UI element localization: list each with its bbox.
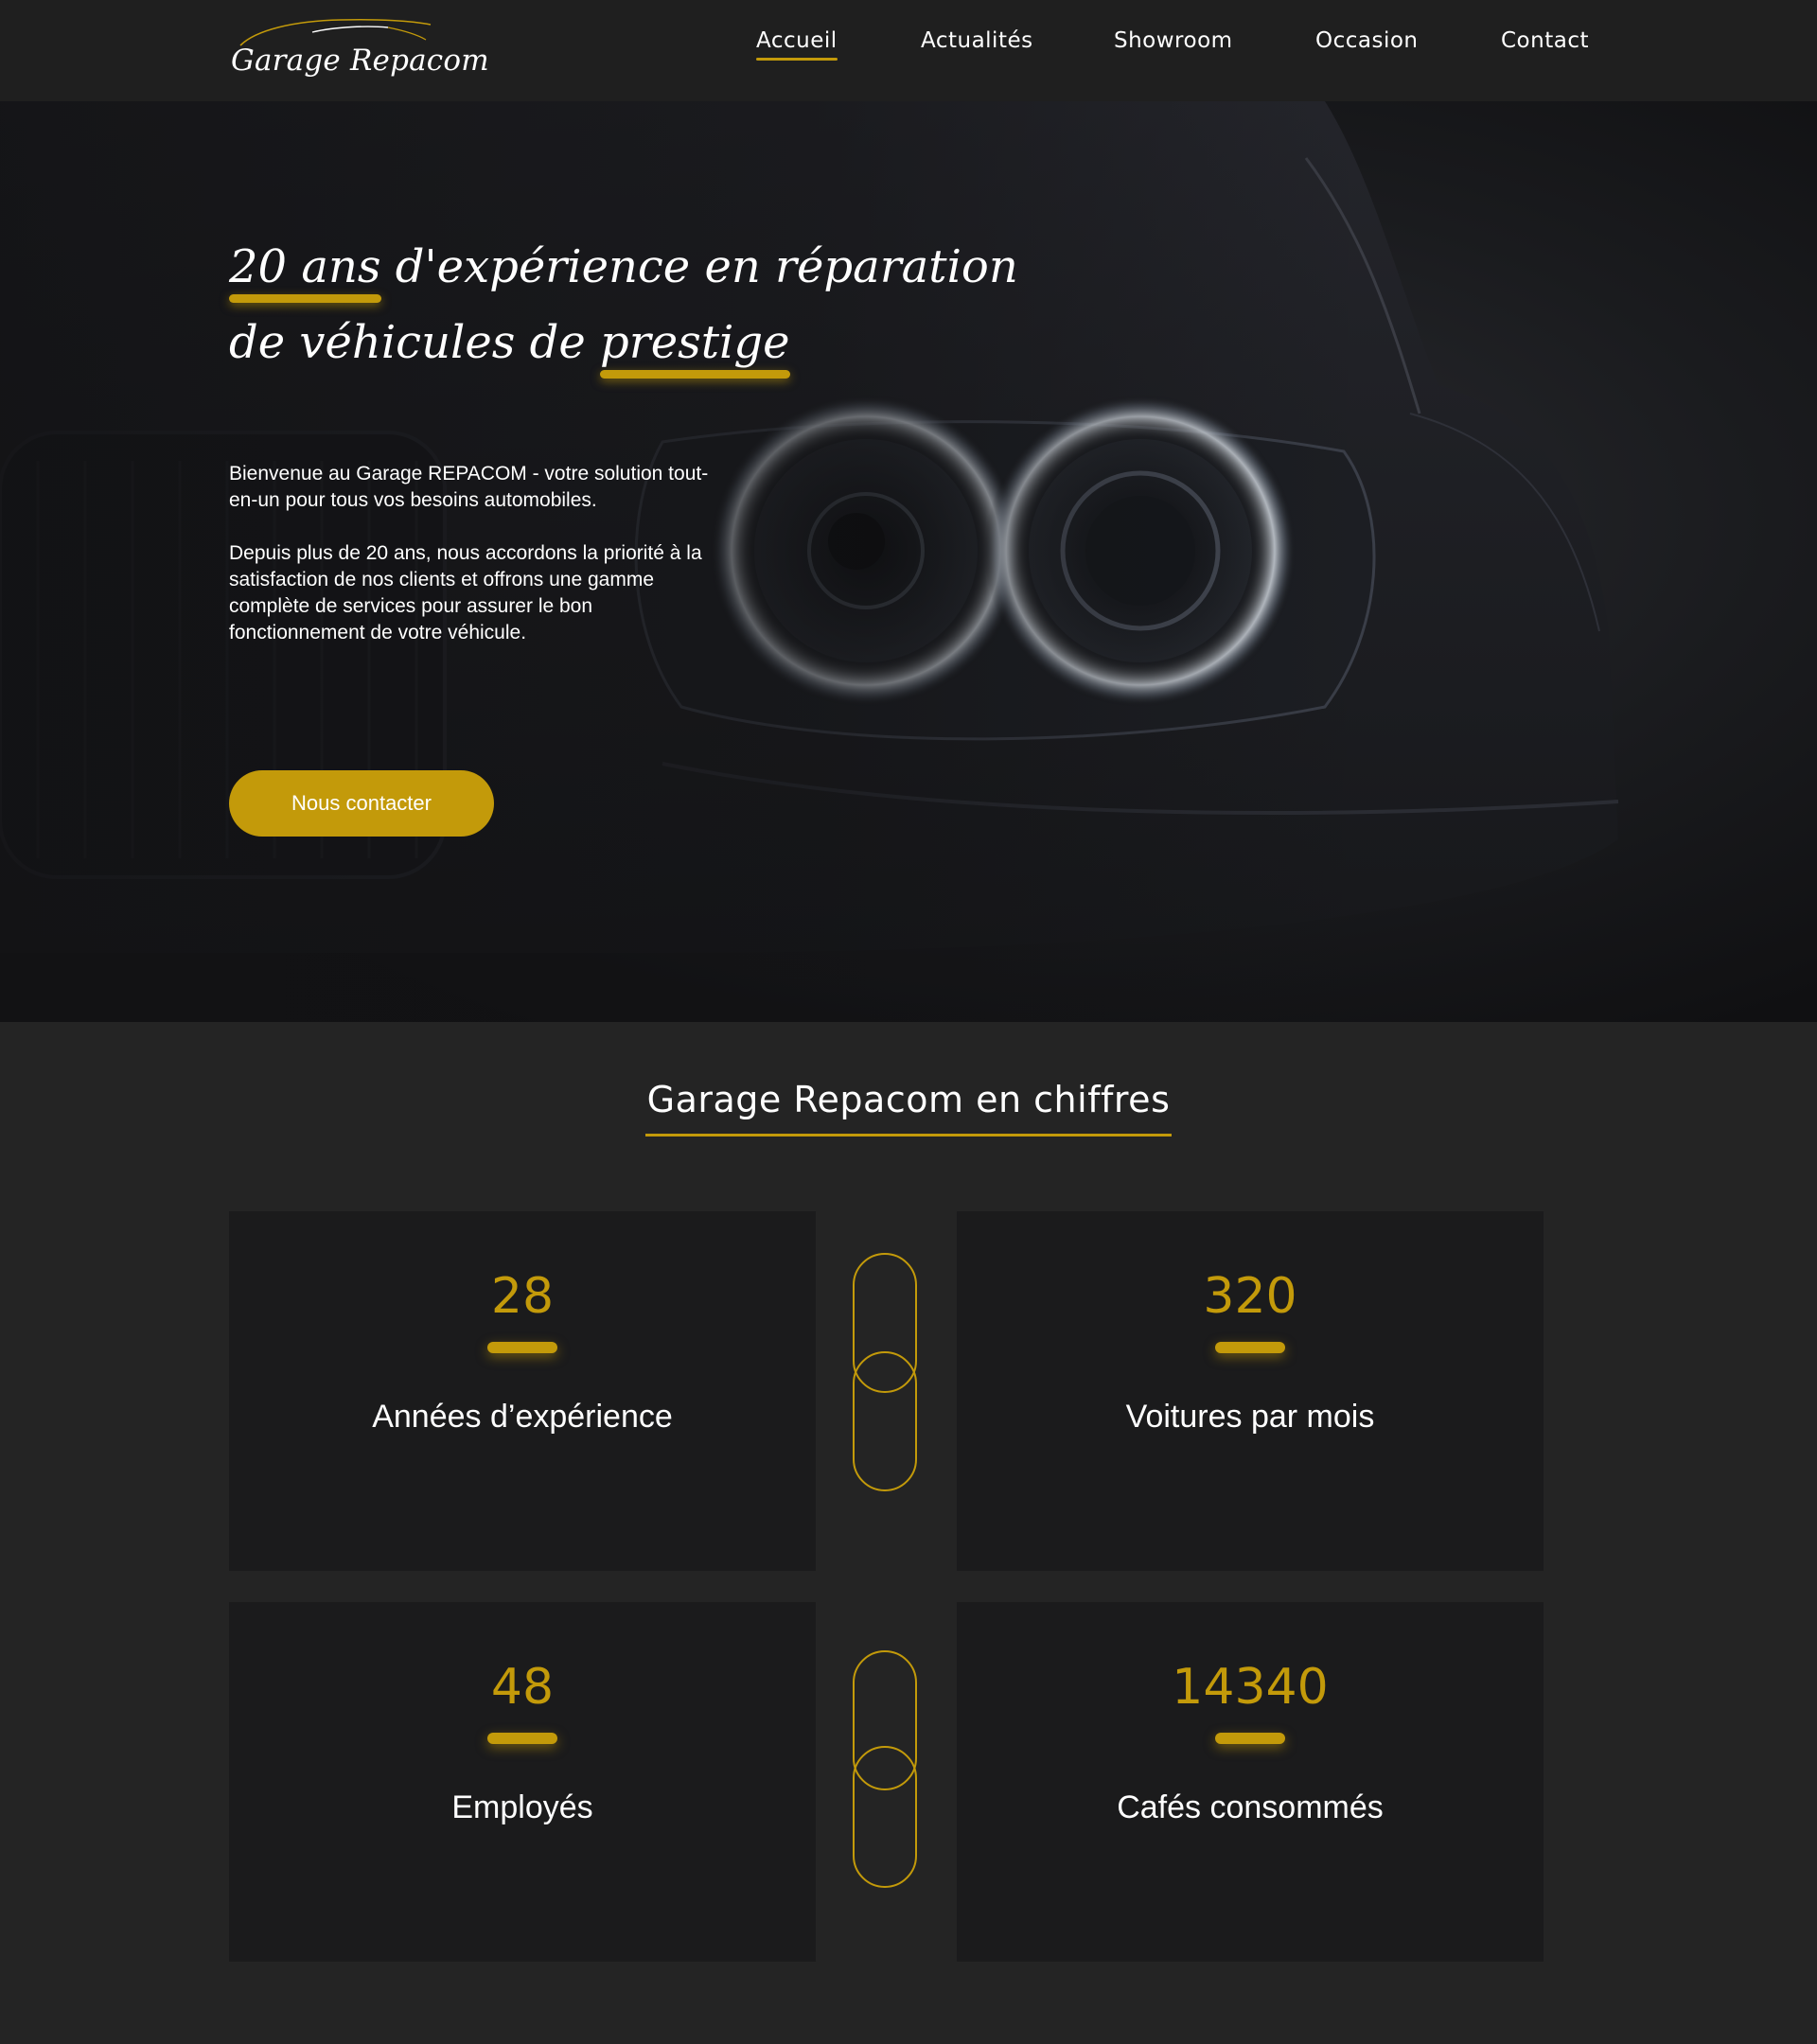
stat-label: Voitures par mois — [1125, 1399, 1375, 1435]
hero-description: Bienvenue au Garage REPACOM - votre solu… — [229, 461, 731, 673]
stat-number: 28 — [490, 1268, 555, 1325]
stat-underline — [487, 1733, 557, 1744]
hero-title-line-1: 20 ans d'expérience en réparation — [229, 229, 1081, 305]
logo[interactable]: Garage Repacom — [229, 17, 489, 85]
hero-title-line-2-start: de véhicules de — [229, 316, 601, 369]
stat-underline — [487, 1342, 557, 1353]
stat-number: 320 — [1203, 1268, 1297, 1325]
chain-link-icon — [853, 1650, 917, 1888]
stat-number: 14340 — [1172, 1659, 1329, 1716]
stat-label: Années d’expérience — [372, 1399, 673, 1435]
stats-heading-wrapper: Garage Repacom en chiffres — [0, 1079, 1817, 1137]
nav-item-accueil[interactable]: Accueil — [756, 28, 838, 61]
stat-card-coffees: 14340 Cafés consommés — [957, 1602, 1544, 1962]
contact-button[interactable]: Nous contacter — [229, 770, 494, 837]
stats-title: Garage Repacom en chiffres — [644, 1079, 1173, 1137]
stat-label: Cafés consommés — [1117, 1789, 1384, 1825]
stat-card-employees: 48 Employés — [229, 1602, 816, 1962]
nav-item-actualites[interactable]: Actualités — [921, 28, 1033, 61]
stat-label: Employés — [451, 1789, 593, 1825]
nav-item-showroom[interactable]: Showroom — [1114, 28, 1233, 61]
nav-item-contact[interactable]: Contact — [1501, 28, 1589, 61]
hero-title-highlight-years: 20 ans — [229, 229, 381, 305]
stat-card-cars: 320 Voitures par mois — [957, 1211, 1544, 1571]
stat-card-experience: 28 Années d’expérience — [229, 1211, 816, 1571]
stat-underline — [1215, 1733, 1285, 1744]
hero-title-highlight-prestige: prestige — [600, 305, 790, 380]
nav-item-occasion[interactable]: Occasion — [1315, 28, 1419, 61]
logo-text: Garage Repacom — [231, 44, 489, 78]
hero-title-line-1-rest: d'expérience en réparation — [380, 240, 1018, 293]
stat-underline — [1215, 1342, 1285, 1353]
hero-paragraph-welcome: Bienvenue au Garage REPACOM - votre solu… — [229, 463, 709, 511]
chain-link-icon — [853, 1253, 917, 1491]
hero-section: 20 ans d'expérience en réparation de véh… — [0, 101, 1817, 1022]
hero-title-line-2: de véhicules de prestige — [229, 305, 1081, 380]
site-header: Garage Repacom Accueil Actualités Showro… — [0, 0, 1817, 101]
hero-title: 20 ans d'expérience en réparation de véh… — [229, 229, 1081, 380]
hero-paragraph-experience: Depuis plus de 20 ans, nous accordons la… — [229, 542, 702, 643]
stat-number: 48 — [490, 1659, 555, 1716]
